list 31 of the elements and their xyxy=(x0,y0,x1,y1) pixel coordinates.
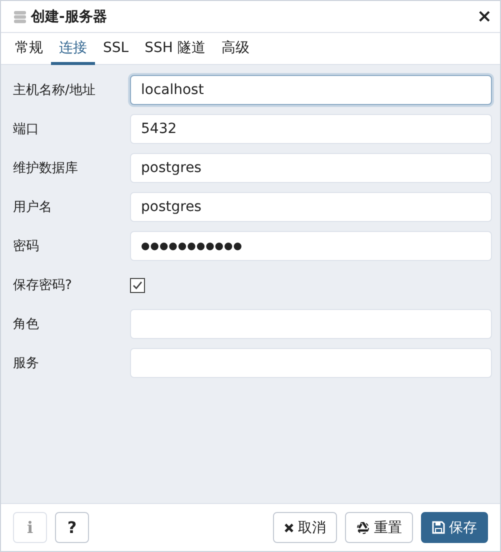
save-button[interactable]: 保存 xyxy=(421,512,488,543)
input-field[interactable] xyxy=(130,348,492,378)
field-label: 用户名 xyxy=(13,199,53,216)
close-button[interactable]: × xyxy=(476,8,492,26)
input-field[interactable] xyxy=(130,309,492,339)
close-icon xyxy=(284,522,294,532)
reset-button[interactable]: 重置 xyxy=(345,512,413,543)
checkmark-icon xyxy=(132,280,143,290)
field-label: 保存密码? xyxy=(13,277,73,294)
server-icon xyxy=(13,10,27,24)
field-label: 端口 xyxy=(13,121,40,138)
field-label: 服务 xyxy=(13,355,40,372)
tab[interactable]: SSL xyxy=(95,33,137,65)
tab[interactable]: SSH 隧道 xyxy=(136,33,214,65)
input-field[interactable]: postgres xyxy=(130,192,492,222)
cancel-button[interactable]: 取消 xyxy=(273,512,337,543)
input-field[interactable]: localhost xyxy=(130,75,492,105)
recycle-icon xyxy=(356,520,370,534)
input-field[interactable]: 5432 xyxy=(130,114,492,144)
window-title: 创建-服务器 xyxy=(31,8,108,26)
field-label: 主机名称/地址 xyxy=(13,82,96,99)
tab[interactable]: 连接 xyxy=(51,33,95,65)
tab[interactable]: 常规 xyxy=(7,33,51,65)
field-label: 角色 xyxy=(13,316,40,333)
input-field[interactable]: postgres xyxy=(130,153,492,183)
tab[interactable]: 高级 xyxy=(213,33,258,65)
field-label: 密码 xyxy=(13,238,40,255)
help-button[interactable]: ? xyxy=(55,512,89,543)
checkbox[interactable] xyxy=(130,278,145,292)
password-field[interactable]: ●●●●●●●●●●● xyxy=(130,231,492,261)
field-label: 维护数据库 xyxy=(13,160,79,177)
